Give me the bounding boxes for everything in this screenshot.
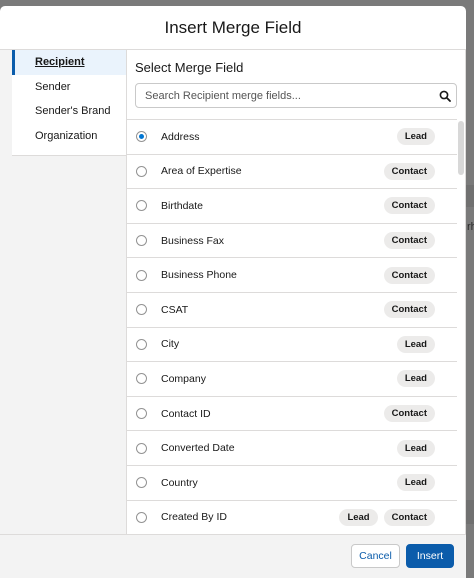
merge-field-row[interactable]: Business Phone Contact <box>127 258 457 293</box>
field-radio[interactable] <box>136 373 147 385</box>
merge-field-row[interactable]: CSAT Contact <box>127 293 457 328</box>
field-radio[interactable] <box>136 131 147 143</box>
field-label: Converted Date <box>161 442 235 455</box>
background-text: rh <box>467 221 474 233</box>
merge-field-row[interactable]: Area of Expertise Contact <box>127 155 457 190</box>
nav-item-organization[interactable]: Organization <box>12 124 126 149</box>
modal-footer: Cancel Insert <box>0 534 466 578</box>
object-badge: Contact <box>383 301 435 319</box>
merge-field-row[interactable]: Address Lead <box>127 120 457 155</box>
nav-item-label: Recipient <box>35 56 85 69</box>
object-badges: Lead <box>396 439 435 457</box>
field-label: Business Fax <box>161 234 225 247</box>
nav-item-recipient[interactable]: Recipient <box>12 50 126 75</box>
field-radio[interactable] <box>136 477 147 489</box>
object-badges: Contact <box>383 405 435 423</box>
field-radio[interactable] <box>136 442 147 454</box>
field-radio[interactable] <box>136 338 147 350</box>
insert-button[interactable]: Insert <box>406 544 454 568</box>
merge-field-panel: Select Merge Field Address Lead Area of Ex… <box>126 50 466 534</box>
cancel-button[interactable]: Cancel <box>351 544 400 568</box>
object-badges: Lead Contact <box>339 508 435 526</box>
field-radio[interactable] <box>136 408 147 420</box>
object-badge: Contact <box>383 266 435 284</box>
nav-item-label: Sender's Brand <box>35 105 111 118</box>
modal-title: Insert Merge Field <box>164 17 302 37</box>
field-label: Contact ID <box>161 407 211 420</box>
merge-field-list: Address Lead Area of Expertise Contact Birth… <box>127 119 457 534</box>
field-label: Birthdate <box>161 199 204 212</box>
modal-header: Insert Merge Field <box>0 6 466 50</box>
search-icon[interactable] <box>434 85 456 107</box>
merge-field-row[interactable]: Business Fax Contact <box>127 224 457 259</box>
field-label: City <box>161 338 180 351</box>
field-radio[interactable] <box>136 235 147 247</box>
object-badges: Lead <box>396 474 435 492</box>
field-radio[interactable] <box>136 269 147 281</box>
field-label: Company <box>161 372 206 385</box>
field-label: Area of Expertise <box>161 165 242 178</box>
object-badges: Contact <box>383 266 435 284</box>
object-badge: Lead <box>339 508 378 526</box>
merge-field-row[interactable]: Company Lead <box>127 362 457 397</box>
merge-field-row[interactable]: City Lead <box>127 328 457 363</box>
merge-source-nav: Recipient Sender Sender's Brand Organiza… <box>12 50 126 156</box>
field-label: Country <box>161 476 198 489</box>
nav-item-label: Sender <box>35 80 71 93</box>
object-badges: Contact <box>383 197 435 215</box>
merge-field-row[interactable]: Birthdate Contact <box>127 189 457 224</box>
object-badge: Lead <box>396 335 435 353</box>
section-title: Select Merge Field <box>135 60 244 75</box>
field-radio[interactable] <box>136 200 147 212</box>
field-label: CSAT <box>161 303 189 316</box>
insert-merge-field-modal: Insert Merge Field Recipient Sender Send… <box>0 6 466 578</box>
object-badges: Contact <box>383 162 435 180</box>
field-label: Address <box>161 130 200 143</box>
list-scrollbar[interactable] <box>457 119 465 534</box>
object-badge: Contact <box>383 232 435 250</box>
field-radio[interactable] <box>136 511 147 523</box>
merge-field-row[interactable]: Country Lead <box>127 466 457 501</box>
object-badge: Lead <box>396 439 435 457</box>
nav-item-sender[interactable]: Sender <box>12 75 126 100</box>
search-box <box>135 83 457 108</box>
field-radio[interactable] <box>136 304 147 316</box>
object-badge: Lead <box>396 474 435 492</box>
field-label: Business Phone <box>161 269 237 282</box>
object-badges: Contact <box>383 301 435 319</box>
modal-body: Recipient Sender Sender's Brand Organiza… <box>0 50 466 534</box>
search-input[interactable] <box>136 84 434 107</box>
nav-item-senders-brand[interactable]: Sender's Brand <box>12 99 126 124</box>
field-label: Created By ID <box>161 511 227 524</box>
object-badge: Lead <box>396 128 435 146</box>
field-radio[interactable] <box>136 165 147 177</box>
object-badges: Contact <box>383 232 435 250</box>
object-badge: Contact <box>383 162 435 180</box>
nav-item-label: Organization <box>35 129 98 142</box>
object-badges: Lead <box>396 335 435 353</box>
object-badge: Contact <box>383 508 435 526</box>
object-badges: Lead <box>396 128 435 146</box>
merge-field-row[interactable]: Contact ID Contact <box>127 397 457 432</box>
object-badge: Contact <box>383 197 435 215</box>
object-badge: Lead <box>396 370 435 388</box>
scrollbar-thumb[interactable] <box>458 121 464 175</box>
object-badges: Lead <box>396 370 435 388</box>
object-badge: Contact <box>383 405 435 423</box>
merge-field-row[interactable]: Created By ID Lead Contact <box>127 501 457 534</box>
merge-field-row[interactable]: Converted Date Lead <box>127 431 457 466</box>
